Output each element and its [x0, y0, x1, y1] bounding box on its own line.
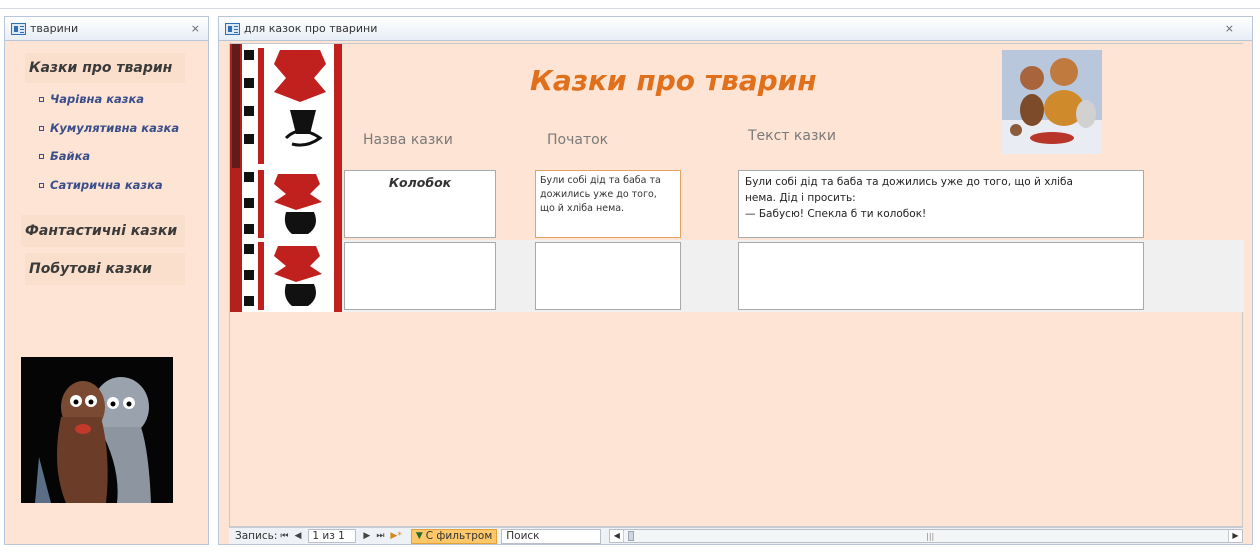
embroidery-ornament-image [230, 240, 342, 312]
form-icon [11, 22, 26, 35]
close-icon[interactable]: ⨯ [191, 22, 200, 36]
tale-name-field[interactable] [344, 242, 496, 310]
tale-text-value: Були собі дід та баба та дожились уже до… [745, 176, 1073, 220]
form-body: Казки про тварин Назва казки Початок Тек… [229, 43, 1244, 527]
tale-name-field[interactable]: Колобок [344, 170, 496, 238]
tale-name-value: Колобок [388, 175, 452, 190]
column-label-text: Текст казки [748, 128, 836, 144]
tale-text-field[interactable]: Були собі дід та баба та дожились уже до… [738, 170, 1144, 238]
first-record-icon[interactable]: ⏮ [280, 531, 288, 541]
horizontal-scrollbar[interactable]: ◀ ||| ▶ [609, 529, 1243, 543]
scrollbar-thumb[interactable] [628, 531, 635, 541]
filter-icon: ▼ [415, 531, 423, 541]
column-label-name: Назва казки [363, 132, 453, 148]
nav-heading-animal-tales[interactable]: Казки про тварин [25, 53, 185, 83]
new-record-row [230, 240, 1244, 312]
nav-item-magic-tale[interactable]: Чарівна казка [39, 92, 144, 106]
nav-item-fable[interactable]: Байка [39, 149, 90, 163]
search-input[interactable]: Поиск [501, 528, 602, 544]
nav-item-label: Чарівна казка [50, 92, 145, 106]
record-navigation-bar: Запись: ⏮ ◀ 1 из 1 ▶ ⏭ ▶* ▼ С фильтром П… [229, 527, 1243, 544]
scroll-right-icon[interactable]: ▶ [1228, 530, 1242, 542]
nav-item-label: Байка [50, 149, 91, 163]
bullet-icon [39, 125, 44, 131]
cartoon-dog-wolf-image [21, 357, 173, 503]
tale-text-value [739, 243, 1143, 249]
bullet-icon [39, 182, 44, 188]
bullet-icon [39, 153, 44, 159]
nav-item-label: Кумулятивна казка [50, 121, 180, 135]
right-pane-tab-title: для казок про тварини [244, 22, 378, 35]
tale-text-field[interactable] [738, 242, 1144, 310]
tale-beginning-field[interactable] [535, 242, 681, 310]
nav-heading-fantastic-tales[interactable]: Фантастичні казки [21, 215, 185, 247]
nav-item-satirical-tale[interactable]: Сатирична казка [39, 178, 163, 192]
tale-name-value [345, 243, 495, 247]
scroll-left-icon[interactable]: ◀ [610, 530, 625, 542]
tale-beginning-value [536, 243, 680, 249]
embroidery-ornament-image [230, 44, 342, 168]
last-record-icon[interactable]: ⏭ [376, 531, 384, 541]
animal-tale-illustration [1002, 50, 1102, 154]
close-icon[interactable]: ⨯ [1225, 22, 1234, 36]
filter-toggle-button[interactable]: ▼ С фильтром [410, 528, 498, 544]
column-label-beginning: Початок [547, 132, 609, 148]
left-navigation-form: тварини ⨯ Казки про тварин Чарівна казка… [4, 16, 209, 545]
form-icon [225, 22, 240, 35]
bullet-icon [39, 96, 44, 102]
previous-record-icon[interactable]: ◀ [294, 531, 301, 541]
right-pane-tab[interactable]: для казок про тварини ⨯ [219, 17, 1252, 41]
left-pane-tab-title: тварини [30, 22, 79, 35]
nav-item-cumulative-tale[interactable]: Кумулятивна казка [39, 121, 179, 135]
form-title: Казки про тварин [530, 64, 817, 97]
tale-beginning-field[interactable]: Були собі дід та баба та дожились уже до… [535, 170, 681, 238]
window-right-gutter [1254, 16, 1260, 545]
record-row: Колобок Були собі дід та баба та дожилис… [230, 168, 1244, 240]
new-record-icon[interactable]: ▶* [390, 531, 401, 541]
form-header: Казки про тварин Назва казки Початок Тек… [230, 44, 1244, 168]
left-pane-tab[interactable]: тварини ⨯ [5, 17, 208, 41]
filter-label: С фильтром [425, 530, 493, 542]
nav-item-label: Сатирична казка [50, 178, 163, 192]
tale-beginning-value: Були собі дід та баба та дожились уже до… [540, 175, 661, 214]
next-record-icon[interactable]: ▶ [363, 531, 370, 541]
current-record-input[interactable]: 1 из 1 [308, 529, 357, 543]
window-top-rule [0, 8, 1260, 9]
tales-form-window: для казок про тварини ⨯ Казки про тварин… [218, 16, 1253, 545]
nav-heading-everyday-tales[interactable]: Побутові казки [25, 253, 185, 285]
scrollbar-grip-icon: ||| [926, 531, 935, 541]
record-label: Запись: [235, 530, 278, 542]
embroidery-ornament-image [230, 168, 342, 240]
